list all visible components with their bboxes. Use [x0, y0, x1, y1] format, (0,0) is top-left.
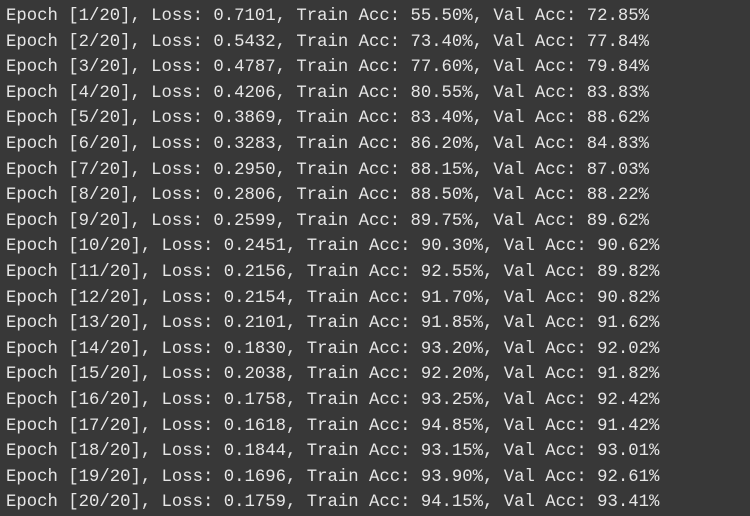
log-line-epoch-6: Epoch [6/20], Loss: 0.3283, Train Acc: 8… [6, 134, 649, 154]
log-line-epoch-12: Epoch [12/20], Loss: 0.2154, Train Acc: … [6, 288, 660, 308]
log-line-epoch-10: Epoch [10/20], Loss: 0.2451, Train Acc: … [6, 237, 660, 257]
log-line-epoch-20: Epoch [20/20], Loss: 0.1759, Train Acc: … [6, 493, 660, 513]
log-line-epoch-9: Epoch [9/20], Loss: 0.2599, Train Acc: 8… [6, 211, 649, 231]
log-line-epoch-13: Epoch [13/20], Loss: 0.2101, Train Acc: … [6, 314, 660, 334]
training-log-output: Epoch [1/20], Loss: 0.7101, Train Acc: 5… [0, 0, 750, 516]
log-line-epoch-17: Epoch [17/20], Loss: 0.1618, Train Acc: … [6, 416, 660, 436]
log-line-epoch-14: Epoch [14/20], Loss: 0.1830, Train Acc: … [6, 339, 660, 359]
log-line-epoch-19: Epoch [19/20], Loss: 0.1696, Train Acc: … [6, 467, 660, 487]
log-line-epoch-16: Epoch [16/20], Loss: 0.1758, Train Acc: … [6, 390, 660, 410]
log-line-epoch-7: Epoch [7/20], Loss: 0.2950, Train Acc: 8… [6, 160, 649, 180]
log-line-epoch-3: Epoch [3/20], Loss: 0.4787, Train Acc: 7… [6, 58, 649, 78]
log-line-epoch-2: Epoch [2/20], Loss: 0.5432, Train Acc: 7… [6, 32, 649, 52]
log-line-epoch-4: Epoch [4/20], Loss: 0.4206, Train Acc: 8… [6, 83, 649, 103]
log-line-epoch-11: Epoch [11/20], Loss: 0.2156, Train Acc: … [6, 262, 660, 282]
log-line-epoch-5: Epoch [5/20], Loss: 0.3869, Train Acc: 8… [6, 109, 649, 129]
log-line-epoch-15: Epoch [15/20], Loss: 0.2038, Train Acc: … [6, 365, 660, 385]
log-line-epoch-8: Epoch [8/20], Loss: 0.2806, Train Acc: 8… [6, 186, 649, 206]
log-line-epoch-18: Epoch [18/20], Loss: 0.1844, Train Acc: … [6, 442, 660, 462]
log-line-epoch-1: Epoch [1/20], Loss: 0.7101, Train Acc: 5… [6, 7, 649, 26]
